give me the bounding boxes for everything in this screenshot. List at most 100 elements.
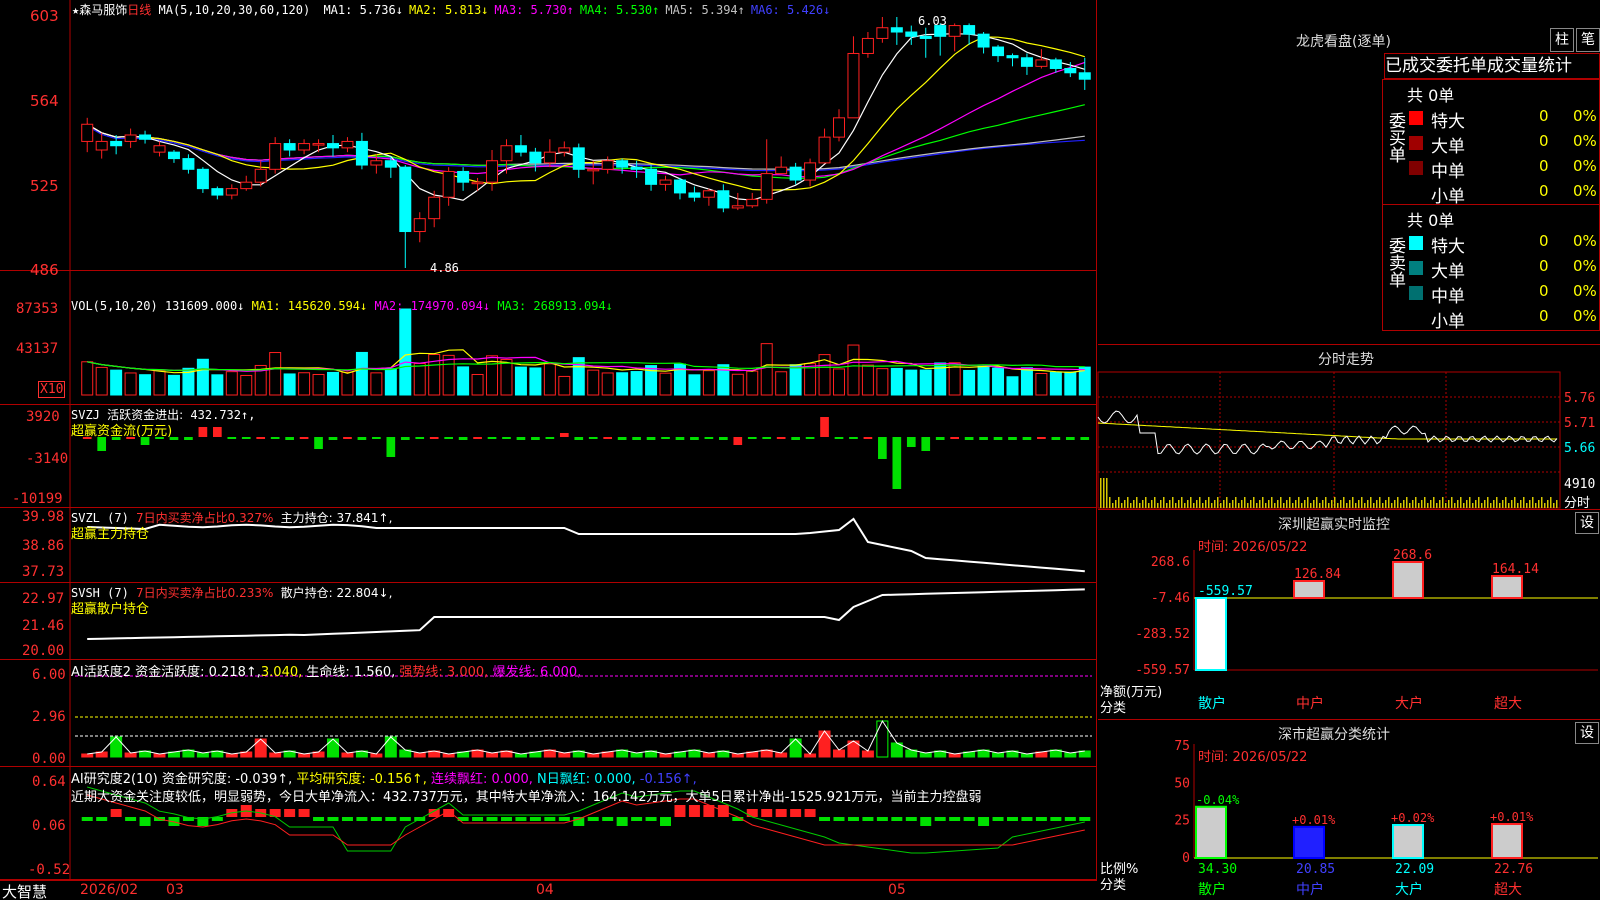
volume-bar bbox=[384, 368, 397, 396]
svzj-bar bbox=[531, 437, 540, 440]
ai1-bar bbox=[486, 752, 499, 758]
volume-bar bbox=[616, 372, 629, 396]
svsh-axis-tick: 20.00 bbox=[22, 643, 65, 659]
svzj-bar bbox=[791, 437, 800, 440]
svzj-bar bbox=[473, 437, 482, 439]
intraday-axis-tick: 5.66 bbox=[1564, 441, 1596, 456]
monitor-category-label: 超大 bbox=[1494, 696, 1522, 712]
candle-body bbox=[760, 173, 773, 200]
intraday-vol-bar bbox=[1415, 497, 1417, 508]
volume-bar bbox=[211, 374, 224, 396]
ai2-bar bbox=[1050, 817, 1062, 821]
svzj-bar bbox=[863, 437, 873, 439]
svzl-panel[interactable]: SVZL (7) 7日内买卖净占比0.327% 主力持仓: 37.841↑, 超… bbox=[0, 508, 1097, 583]
period-label[interactable]: 日线 bbox=[127, 3, 151, 17]
svzj-bar bbox=[241, 437, 251, 439]
ai2-bar bbox=[631, 817, 643, 821]
svzj-panel[interactable]: SVZJ 活跃资金进出: 432.732↑, 超赢资金流(万元) 3920 -3… bbox=[0, 405, 1097, 508]
volume-bar bbox=[269, 352, 282, 396]
ai2-value5: -0.156↑, bbox=[639, 772, 697, 787]
classify-bar bbox=[1491, 823, 1523, 859]
ai2-bar bbox=[1035, 817, 1047, 821]
volume-bar bbox=[659, 372, 672, 396]
date-axis-label: 03 bbox=[166, 882, 184, 898]
ai1-bar bbox=[919, 752, 932, 758]
candle-body bbox=[1035, 59, 1048, 67]
intraday-vol-bar bbox=[1331, 500, 1333, 508]
classify-bar-chart: 75 50 25 0 -0.04% 34.30 散户 +0.01% 20.85 中户 +0.02% 2… bbox=[1174, 739, 1598, 898]
candle-body bbox=[370, 160, 383, 166]
intraday-vol-bar bbox=[1508, 503, 1510, 508]
candle-body bbox=[1020, 57, 1033, 67]
svsh-panel[interactable]: SVSH (7) 7日内买卖净占比0.233% 散户持仓: 22.804↓, 超… bbox=[0, 583, 1097, 660]
svzj-bar bbox=[979, 437, 988, 440]
candle-body bbox=[254, 168, 267, 183]
intraday-price-line bbox=[1097, 410, 1558, 455]
candle-body bbox=[514, 145, 527, 153]
price-axis-tick: 603 bbox=[30, 7, 59, 25]
volume-bar bbox=[587, 369, 600, 396]
price-panel[interactable]: ★森马服饰日线 MA(5,10,20,30,60,120) MA1: 5.736… bbox=[0, 0, 1097, 271]
tick-view-button[interactable]: 笔 bbox=[1576, 28, 1600, 52]
classify-ylabel2: 分类 bbox=[1100, 878, 1127, 893]
ai2-bar bbox=[356, 817, 368, 821]
candle-body bbox=[789, 166, 802, 181]
candle-body bbox=[1064, 67, 1077, 74]
candle-body bbox=[399, 166, 412, 233]
ai2-bar bbox=[313, 817, 325, 821]
svzj-bar bbox=[878, 437, 887, 459]
intraday-vol-bar bbox=[1442, 497, 1444, 508]
candle-body bbox=[457, 170, 470, 183]
ai2-bar bbox=[949, 817, 961, 821]
candle-body bbox=[355, 140, 368, 166]
intraday-vol-bar bbox=[1448, 500, 1450, 508]
monitor-category-label: 大户 bbox=[1395, 695, 1423, 712]
volume-panel[interactable]: VOL(5,10,20) 131609.000↓ MA1: 145620.594… bbox=[0, 271, 1097, 405]
stock-name: 森马服饰 bbox=[79, 3, 128, 17]
sell-row: 特大 0 0% bbox=[1407, 231, 1600, 257]
high-price-mark: 6.03 bbox=[918, 14, 947, 28]
brand-logo[interactable]: 大智慧 bbox=[2, 881, 47, 900]
ai1-bar bbox=[341, 752, 354, 758]
ai2-description: 近期大资金关注度较低，明显弱势，今日大单净流入：432.737万元，其中特大单净… bbox=[71, 790, 982, 805]
intraday-vol-bar bbox=[1301, 503, 1303, 508]
candle-body bbox=[731, 205, 744, 209]
ai2-axis-tick: 0.64 bbox=[32, 774, 66, 790]
volume-bar bbox=[139, 374, 152, 396]
intraday-vol-bar bbox=[1529, 500, 1531, 508]
svzj-bar bbox=[993, 437, 1003, 440]
intraday-vol-bar bbox=[1124, 500, 1126, 508]
ai-activity-panel[interactable]: AI活跃度2 资金活跃度: 0.218↑,3.040, 生命线: 1.560, … bbox=[0, 660, 1097, 767]
intraday-vol-bar bbox=[1307, 497, 1309, 508]
ai1-value2: 3.040, bbox=[260, 665, 303, 680]
candle-body bbox=[702, 190, 715, 198]
intraday-vol-bar bbox=[1259, 500, 1261, 508]
svzj-bar bbox=[285, 437, 294, 440]
ai1-bar bbox=[254, 738, 267, 758]
ai2-bar bbox=[602, 817, 614, 821]
intraday-vol-bar bbox=[1127, 497, 1129, 508]
ai-research-panel[interactable]: AI研究度2(10) 资金研究度: -0.039↑, 平均研究度: -0.156… bbox=[0, 767, 1097, 880]
intraday-vol-bar bbox=[1400, 503, 1402, 508]
intraday-vol-bar bbox=[1535, 503, 1537, 508]
intraday-vol-bar bbox=[1445, 503, 1447, 508]
svzj-bar bbox=[574, 437, 584, 440]
candle-body bbox=[139, 134, 152, 140]
volume-bar bbox=[702, 370, 715, 396]
candle-body bbox=[775, 166, 788, 175]
ai1-bar bbox=[124, 752, 137, 758]
intraday-axis-tick: 5.71 bbox=[1564, 416, 1596, 431]
classify-category-label: 中户 bbox=[1296, 881, 1324, 898]
intraday-chart bbox=[1097, 371, 1561, 509]
intraday-vol-bar bbox=[1169, 500, 1171, 508]
candle-body bbox=[225, 188, 238, 196]
ai2-bar bbox=[284, 809, 296, 817]
dragon-tabs[interactable]: 已成交委托单成交量统计 bbox=[1384, 53, 1600, 79]
intraday-vol-bar bbox=[1376, 500, 1378, 508]
bar-view-button[interactable]: 柱 bbox=[1550, 28, 1574, 52]
intraday-panel[interactable]: 分时走势 5.76 5.71 5.66 4910 分时 bbox=[1097, 345, 1600, 511]
vol-ma2: MA2: 174970.094↓ bbox=[374, 299, 491, 313]
classify-axis-tick: 0 bbox=[1182, 851, 1190, 866]
realtime-monitor-panel: 深圳超赢实时监控 设 时间: 2026/05/22 268.6 -7.46 -283… bbox=[1098, 510, 1600, 720]
candle-body bbox=[977, 33, 990, 48]
